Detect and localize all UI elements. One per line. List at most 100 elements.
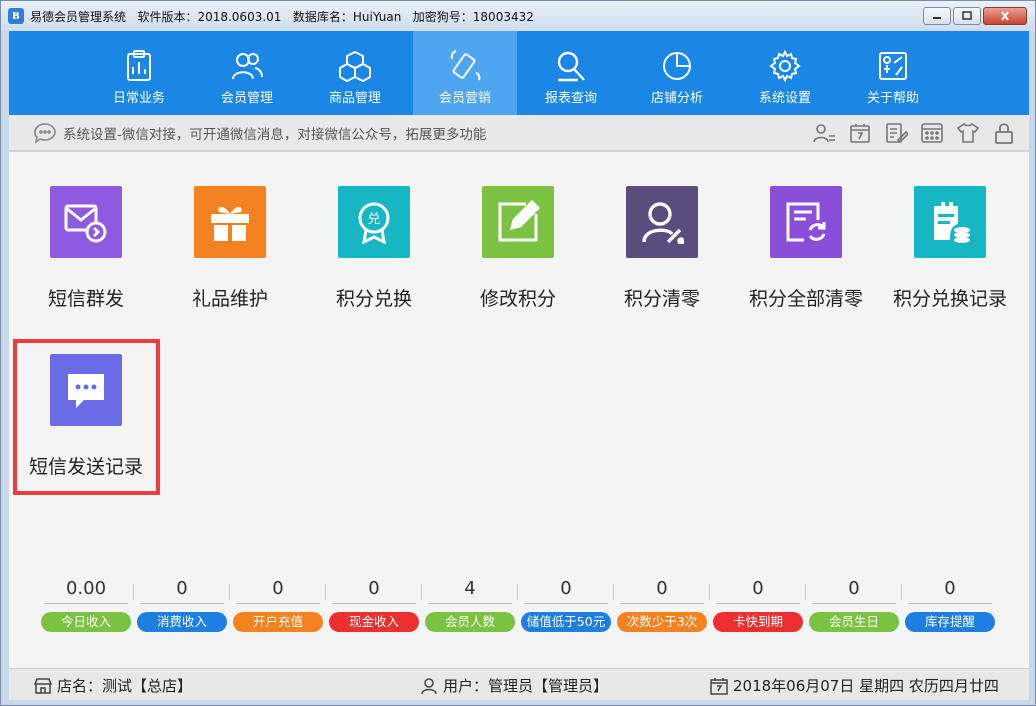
notice-text[interactable]: 系统设置-微信对接，可开通微信消息，对接微信公众号，拓展更多功能 bbox=[63, 123, 486, 143]
stat-badge[interactable]: 会员人数 bbox=[425, 612, 515, 632]
stat-badge[interactable]: 储值低于50元 bbox=[521, 612, 611, 632]
nav-item-products[interactable]: 商品管理 bbox=[303, 31, 407, 115]
status-user-text: 用户：管理员【管理员】 bbox=[443, 677, 609, 695]
edit-icon bbox=[498, 200, 540, 242]
tile-label: 礼品维护 bbox=[191, 288, 268, 310]
shirt-button[interactable] bbox=[955, 121, 981, 145]
stat-badge[interactable]: 今日收入 bbox=[41, 612, 131, 632]
users-icon bbox=[232, 53, 263, 80]
lock-icon bbox=[995, 123, 1013, 144]
tile-icon-bg bbox=[50, 186, 122, 258]
nav-item-members[interactable]: 会员管理 bbox=[195, 31, 299, 115]
tile-gift-maintenance[interactable]: 礼品维护 bbox=[158, 186, 302, 346]
notice-bar: 系统设置-微信对接，可开通微信消息，对接微信公众号，拓展更多功能 bbox=[9, 115, 1029, 151]
nav-item-settings[interactable]: 系统设置 bbox=[733, 31, 837, 115]
nav-label: 商品管理 bbox=[328, 91, 381, 106]
phone-icon bbox=[450, 50, 481, 81]
close-icon bbox=[1001, 11, 1009, 21]
window-controls bbox=[923, 7, 1027, 25]
tile-icon-bg: 兑 bbox=[338, 186, 410, 258]
stat-badge[interactable]: 卡快到期 bbox=[713, 612, 803, 632]
user-clear-icon bbox=[642, 202, 684, 244]
stat-member-birthday: 0 会员生日 bbox=[807, 578, 901, 638]
tile-sms-broadcast[interactable]: 短信群发 bbox=[14, 186, 158, 346]
stat-divider bbox=[325, 584, 326, 600]
stat-badge[interactable]: 现金收入 bbox=[329, 612, 419, 632]
nav-item-help[interactable]: 关于帮助 bbox=[841, 31, 945, 115]
nav-item-marketing[interactable]: 会员营销 bbox=[413, 31, 517, 115]
stat-divider bbox=[901, 584, 902, 600]
stat-stock-alert: 0 库存提醒 bbox=[903, 578, 997, 638]
status-store-text: 店名：测试【总店】 bbox=[57, 677, 193, 695]
user-icon bbox=[421, 677, 437, 694]
stat-value: 0 bbox=[236, 578, 320, 604]
status-store: 店名：测试【总店】 bbox=[33, 675, 192, 696]
toolbar bbox=[811, 121, 1017, 145]
tile-points-clear-all[interactable]: 积分全部清零 bbox=[734, 186, 878, 346]
help-icon bbox=[879, 52, 907, 80]
pie-chart-icon bbox=[663, 52, 691, 80]
stat-badge[interactable]: 次数少于3次 bbox=[617, 612, 707, 632]
user-list-icon bbox=[813, 124, 835, 143]
badge-exchange-icon: 兑 bbox=[358, 202, 390, 244]
title-bar[interactable]: B 易德会员管理系统 软件版本：2018.0603.01 数据库名：HuiYua… bbox=[1, 1, 1035, 31]
tile-icon-bg bbox=[50, 354, 122, 426]
calendar-icon bbox=[710, 677, 728, 695]
stat-badge[interactable]: 会员生日 bbox=[809, 612, 899, 632]
stat-value: 4 bbox=[428, 578, 512, 604]
edit-list-icon bbox=[886, 123, 908, 144]
nav-label: 系统设置 bbox=[758, 91, 811, 106]
gift-icon bbox=[211, 207, 249, 241]
minimize-button[interactable] bbox=[923, 7, 951, 25]
edit-list-button[interactable] bbox=[883, 121, 909, 145]
calendar-button[interactable] bbox=[847, 121, 873, 145]
nav-item-analysis[interactable]: 店铺分析 bbox=[625, 31, 729, 115]
stat-card-expiring: 0 卡快到期 bbox=[711, 578, 805, 638]
store-icon bbox=[33, 677, 53, 694]
tile-edit-points[interactable]: 修改积分 bbox=[446, 186, 590, 346]
user-list-button[interactable] bbox=[811, 121, 837, 145]
tile-points-exchange[interactable]: 兑 积分兑换 bbox=[302, 186, 446, 346]
close-button[interactable] bbox=[983, 7, 1027, 25]
stat-value: 0 bbox=[140, 578, 224, 604]
tile-label: 积分兑换记录 bbox=[892, 288, 1007, 310]
nav-label: 报表查询 bbox=[544, 91, 597, 106]
window-title: 易德会员管理系统 软件版本：2018.0603.01 数据库名：HuiYuan … bbox=[30, 9, 534, 24]
lock-button[interactable] bbox=[991, 121, 1017, 145]
tile-exchange-records[interactable]: 积分兑换记录 bbox=[878, 186, 1022, 346]
nav-item-daily[interactable]: 日常业务 bbox=[87, 31, 191, 115]
maximize-icon bbox=[962, 11, 972, 20]
stat-badge[interactable]: 开户充值 bbox=[233, 612, 323, 632]
stat-badge[interactable]: 库存提醒 bbox=[905, 612, 995, 632]
maximize-button[interactable] bbox=[953, 7, 981, 25]
boxes-icon bbox=[339, 50, 371, 83]
stat-value: 0 bbox=[908, 578, 992, 604]
tile-icon-bg bbox=[482, 186, 554, 258]
tile-label: 积分清零 bbox=[623, 288, 700, 310]
app-window: B 易德会员管理系统 软件版本：2018.0603.01 数据库名：HuiYua… bbox=[0, 0, 1036, 706]
tile-sms-records[interactable]: 短信发送记录 bbox=[14, 354, 158, 514]
calculator-button[interactable] bbox=[919, 121, 945, 145]
nav-item-reports[interactable]: 报表查询 bbox=[519, 31, 623, 115]
nav-label: 会员营销 bbox=[438, 91, 491, 106]
nav-label: 关于帮助 bbox=[866, 91, 919, 106]
shirt-icon bbox=[956, 122, 980, 143]
tile-points-clear[interactable]: 积分清零 bbox=[590, 186, 734, 346]
mail-send-icon bbox=[64, 204, 107, 243]
clipboard-icon bbox=[127, 50, 151, 81]
stat-few-visits: 0 次数少于3次 bbox=[615, 578, 709, 638]
tile-icon-bg bbox=[194, 186, 266, 258]
stat-value: 0 bbox=[716, 578, 800, 604]
stat-badge[interactable]: 消费收入 bbox=[137, 612, 227, 632]
stat-value: 0 bbox=[332, 578, 416, 604]
stat-value: 0.00 bbox=[44, 578, 128, 604]
stat-today-income: 0.00 今日收入 bbox=[39, 578, 133, 638]
status-date-text: 2018年06月07日 星期四 农历四月廿四 bbox=[733, 677, 999, 695]
nav-label: 日常业务 bbox=[112, 91, 165, 106]
stat-divider bbox=[229, 584, 230, 600]
doc-refresh-icon bbox=[786, 202, 826, 242]
gear-icon bbox=[769, 49, 801, 83]
chat-bubble-icon bbox=[68, 374, 104, 408]
tile-label: 积分全部清零 bbox=[748, 288, 863, 310]
stat-low-balance: 0 储值低于50元 bbox=[519, 578, 613, 638]
